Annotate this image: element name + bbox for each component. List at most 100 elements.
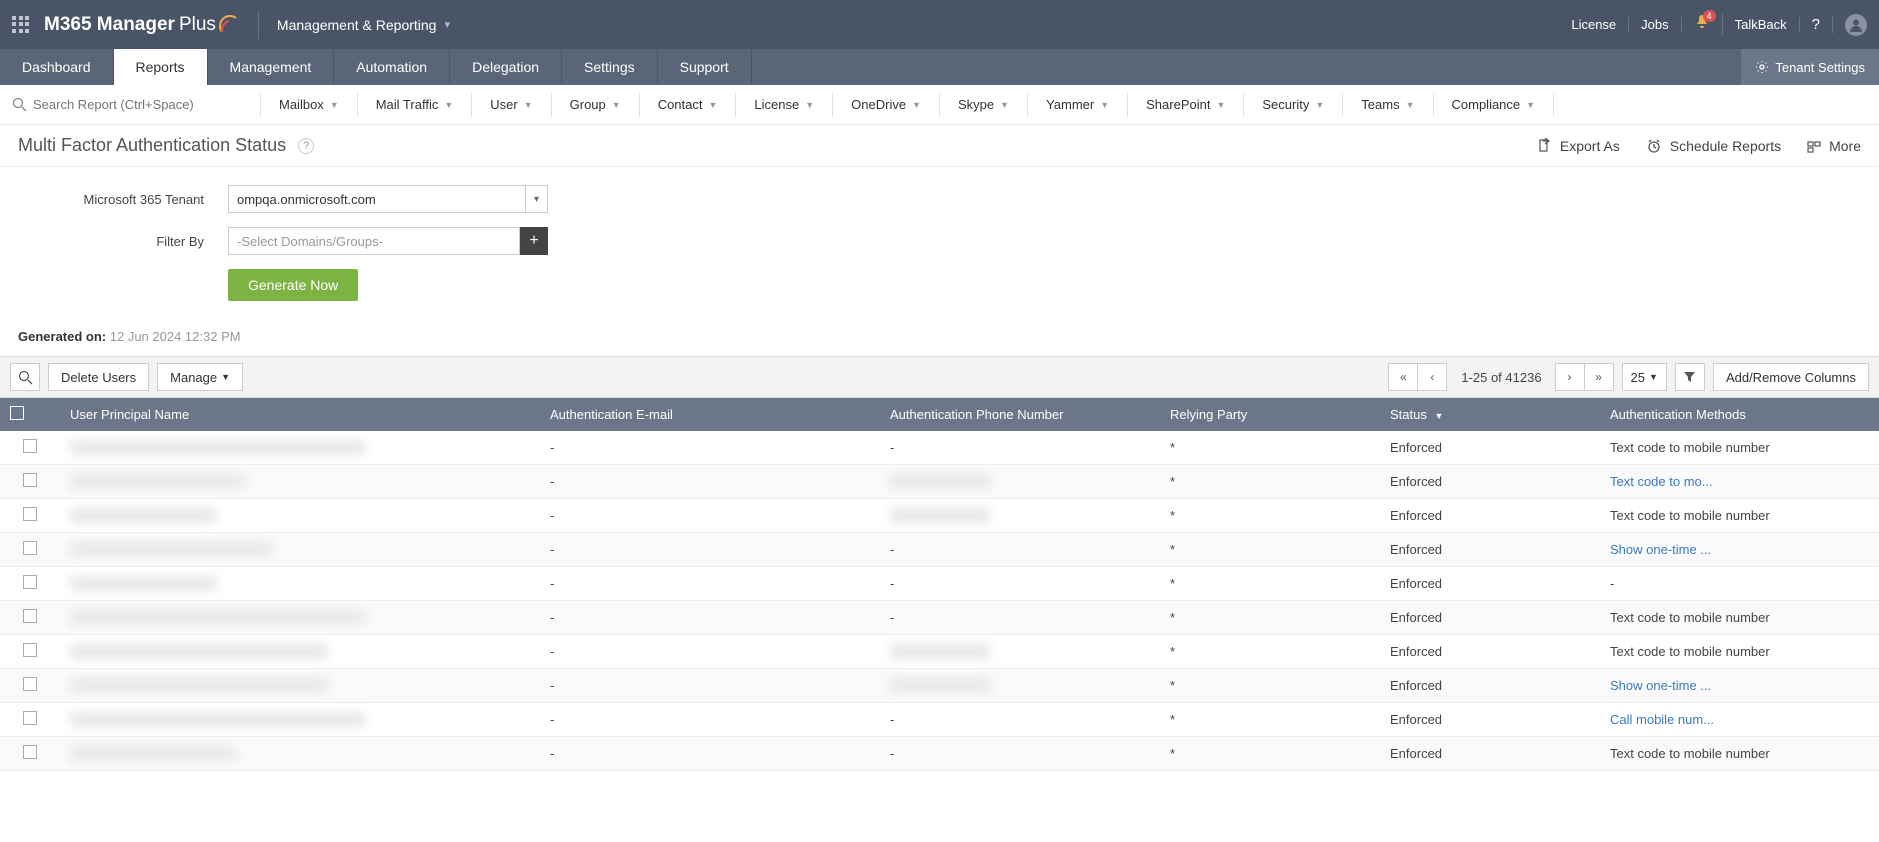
- category-teams[interactable]: Teams▼: [1343, 97, 1432, 112]
- row-checkbox[interactable]: [23, 677, 37, 691]
- delete-users-label: Delete Users: [61, 370, 136, 385]
- export-as-button[interactable]: Export As: [1537, 138, 1620, 154]
- row-checkbox[interactable]: [23, 575, 37, 589]
- add-remove-label: Add/Remove Columns: [1726, 370, 1856, 385]
- chevron-down-icon: ▼: [912, 100, 921, 110]
- category-license[interactable]: License▼: [736, 97, 832, 112]
- pager-prev-button[interactable]: ‹: [1417, 363, 1447, 391]
- cell-upn: ████████████████: [60, 499, 540, 533]
- add-filter-button[interactable]: +: [520, 227, 548, 255]
- chevron-down-icon: ▼: [524, 100, 533, 110]
- license-link[interactable]: License: [1559, 17, 1629, 32]
- checkbox-icon: [10, 406, 24, 420]
- help-button[interactable]: ?: [1800, 16, 1833, 33]
- nav-tab-delegation[interactable]: Delegation: [450, 49, 562, 85]
- category-contact[interactable]: Contact▼: [640, 97, 736, 112]
- select-all-header[interactable]: [0, 398, 60, 431]
- filter-by-select[interactable]: -Select Domains/Groups-: [228, 227, 520, 255]
- form-area: Microsoft 365 Tenant ompqa.onmicrosoft.c…: [0, 167, 1879, 323]
- cell-status: Enforced: [1380, 533, 1600, 567]
- chevron-down-icon[interactable]: ▾: [525, 186, 547, 212]
- cell-methods: Show one-time ...: [1600, 669, 1879, 703]
- row-checkbox[interactable]: [23, 643, 37, 657]
- nav-tab-settings[interactable]: Settings: [562, 49, 658, 85]
- nav-tab-automation[interactable]: Automation: [334, 49, 450, 85]
- cell-status: Enforced: [1380, 669, 1600, 703]
- tenant-settings-button[interactable]: Tenant Settings: [1741, 49, 1879, 85]
- category-yammer[interactable]: Yammer▼: [1028, 97, 1127, 112]
- chevron-down-icon: ▼: [444, 100, 453, 110]
- divider: [258, 11, 259, 39]
- notification-badge: 4: [1703, 10, 1716, 22]
- category-skype[interactable]: Skype▼: [940, 97, 1027, 112]
- gear-icon: [1755, 60, 1769, 74]
- nav-tab-dashboard[interactable]: Dashboard: [0, 49, 114, 85]
- table-row: ████████████████-████████*EnforcedText c…: [0, 499, 1879, 533]
- page-size-dropdown[interactable]: 25 ▼: [1622, 363, 1667, 391]
- table-header-row: User Principal Name Authentication E-mai…: [0, 398, 1879, 431]
- user-avatar[interactable]: [1845, 14, 1867, 36]
- cell-methods: Text code to mobile number: [1600, 601, 1879, 635]
- search-input[interactable]: [33, 97, 233, 112]
- cell-email: -: [540, 703, 880, 737]
- category-mailbox[interactable]: Mailbox▼: [261, 97, 357, 112]
- brand-name: M365 Manager: [44, 14, 175, 36]
- manage-dropdown[interactable]: Manage ▼: [157, 363, 243, 391]
- page-help-button[interactable]: ?: [298, 138, 314, 154]
- schedule-reports-button[interactable]: Schedule Reports: [1646, 138, 1781, 154]
- delete-users-button[interactable]: Delete Users: [48, 363, 149, 391]
- category-mail-traffic[interactable]: Mail Traffic ▼: [358, 97, 472, 112]
- column-filter-button[interactable]: [1675, 363, 1705, 391]
- pager-first-button[interactable]: «: [1388, 363, 1418, 391]
- generated-value: 12 Jun 2024 12:32 PM: [110, 329, 241, 344]
- generate-button[interactable]: Generate Now: [228, 269, 358, 301]
- column-relying[interactable]: Relying Party: [1160, 398, 1380, 431]
- pager-next-button[interactable]: ›: [1555, 363, 1585, 391]
- row-checkbox[interactable]: [23, 711, 37, 725]
- column-methods[interactable]: Authentication Methods: [1600, 398, 1879, 431]
- nav-tab-reports[interactable]: Reports: [114, 49, 208, 85]
- jobs-link[interactable]: Jobs: [1629, 17, 1681, 32]
- nav-tab-management[interactable]: Management: [208, 49, 335, 85]
- more-button[interactable]: More: [1807, 138, 1861, 154]
- chevron-down-icon: ▼: [1216, 100, 1225, 110]
- cell-status: Enforced: [1380, 465, 1600, 499]
- row-checkbox[interactable]: [23, 541, 37, 555]
- app-launcher-icon[interactable]: [12, 16, 30, 34]
- category-security[interactable]: Security▼: [1244, 97, 1342, 112]
- generated-label: Generated on:: [18, 329, 106, 344]
- column-upn[interactable]: User Principal Name: [60, 398, 540, 431]
- table-row: ███████████████████-████████*EnforcedTex…: [0, 465, 1879, 499]
- cell-status: Enforced: [1380, 499, 1600, 533]
- category-sharepoint[interactable]: SharePoint▼: [1128, 97, 1243, 112]
- row-checkbox[interactable]: [23, 473, 37, 487]
- context-dropdown[interactable]: Management & Reporting ▾: [277, 17, 450, 33]
- category-group[interactable]: Group▼: [552, 97, 639, 112]
- chevron-down-icon: ▼: [709, 100, 718, 110]
- category-onedrive[interactable]: OneDrive▼: [833, 97, 939, 112]
- category-label: Compliance: [1452, 97, 1521, 112]
- column-email[interactable]: Authentication E-mail: [540, 398, 880, 431]
- table-toolbar: Delete Users Manage ▼ « ‹ 1-25 of 41236 …: [0, 356, 1879, 398]
- row-checkbox[interactable]: [23, 609, 37, 623]
- talkback-link[interactable]: TalkBack: [1723, 17, 1800, 32]
- category-label: Mail Traffic: [376, 97, 439, 112]
- add-remove-columns-button[interactable]: Add/Remove Columns: [1713, 363, 1869, 391]
- row-checkbox[interactable]: [23, 507, 37, 521]
- pager-last-button[interactable]: »: [1584, 363, 1614, 391]
- category-user[interactable]: User▼: [472, 97, 550, 112]
- cell-email: -: [540, 533, 880, 567]
- notifications-button[interactable]: 4: [1682, 14, 1723, 35]
- table-search-button[interactable]: [10, 363, 40, 391]
- column-status[interactable]: Status ▼: [1380, 398, 1600, 431]
- row-checkbox[interactable]: [23, 439, 37, 453]
- nav-tab-support[interactable]: Support: [658, 49, 752, 85]
- cell-phone: ████████: [880, 669, 1160, 703]
- cell-relying: *: [1160, 635, 1380, 669]
- report-search[interactable]: [0, 97, 260, 112]
- cell-methods: Show one-time ...: [1600, 533, 1879, 567]
- category-compliance[interactable]: Compliance▼: [1434, 97, 1554, 112]
- row-checkbox[interactable]: [23, 745, 37, 759]
- column-phone[interactable]: Authentication Phone Number: [880, 398, 1160, 431]
- tenant-select[interactable]: ompqa.onmicrosoft.com ▾: [228, 185, 548, 213]
